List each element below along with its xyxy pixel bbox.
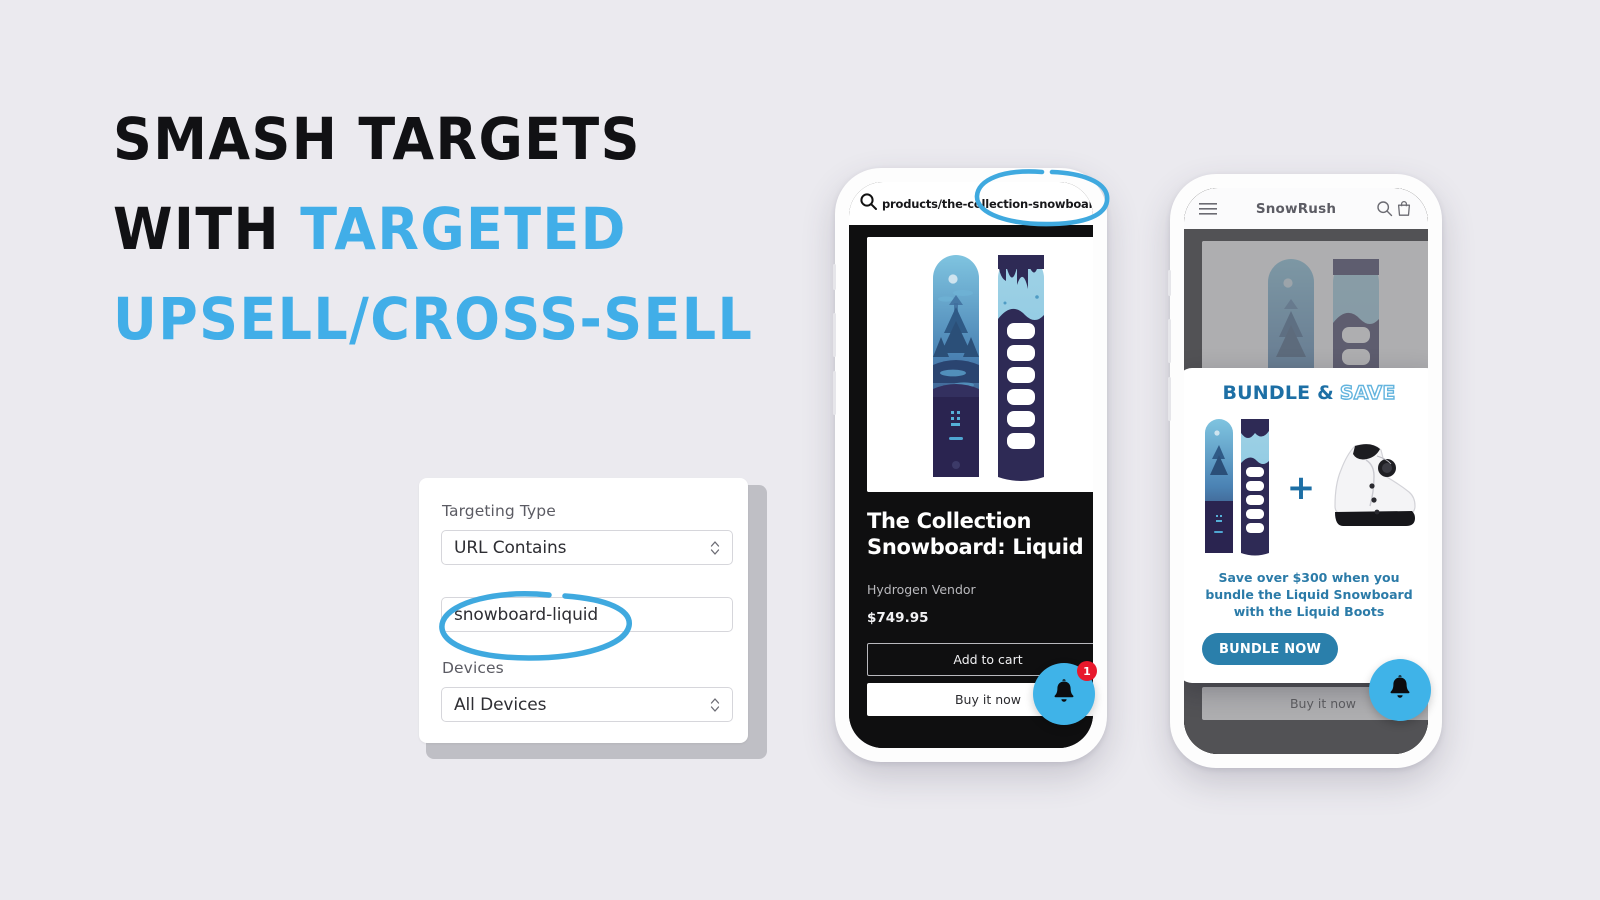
phone-side-button bbox=[1168, 319, 1171, 363]
bell-widget[interactable] bbox=[1369, 659, 1431, 721]
bundle-plus-symbol: + bbox=[1286, 468, 1316, 508]
search-icon[interactable] bbox=[1374, 200, 1394, 217]
bundle-boot-image bbox=[1325, 438, 1417, 539]
targeting-card-body: Targeting Type URL Contains snowboard-li… bbox=[419, 478, 748, 743]
targeting-type-label: Targeting Type bbox=[442, 502, 556, 520]
bundle-popup-title: BUNDLE & SAVE bbox=[1184, 381, 1428, 404]
bundle-popup-copy: Save over $300 when you bundle the Liqui… bbox=[1205, 570, 1413, 619]
phone-side-button bbox=[833, 313, 836, 357]
bundle-popup: BUNDLE & SAVE + Save over $300 when you … bbox=[1184, 368, 1428, 684]
page-headline: Smash Targets with Targeted Upsell/Cross… bbox=[113, 95, 754, 365]
phone-side-button bbox=[1168, 270, 1171, 296]
product-price: $749.95 bbox=[867, 610, 929, 626]
devices-value: All Devices bbox=[454, 694, 547, 715]
phone-side-button bbox=[833, 264, 836, 290]
headline-line-2-plain: with bbox=[113, 194, 301, 263]
bundle-snowboard-image bbox=[1201, 415, 1277, 562]
devices-select[interactable]: All Devices bbox=[441, 687, 733, 722]
store-name: SnowRush bbox=[1255, 200, 1337, 217]
store-header: SnowRush bbox=[1184, 188, 1428, 229]
product-vendor: Hydrogen Vendor bbox=[867, 582, 976, 597]
bell-widget-badge[interactable]: 1 bbox=[1033, 661, 1097, 725]
product-title: The Collection Snowboard: Liquid bbox=[867, 509, 1084, 559]
stepper-chevrons-icon bbox=[709, 538, 721, 558]
headline-line-2: with Targeted bbox=[113, 185, 727, 275]
bell-badge-count: 1 bbox=[1077, 661, 1097, 681]
targeting-type-select[interactable]: URL Contains bbox=[441, 530, 733, 565]
phone-side-button bbox=[833, 371, 836, 415]
bundle-title-solid: BUNDLE & bbox=[1222, 382, 1334, 404]
headline-line-1: Smash Targets bbox=[113, 105, 641, 173]
bell-icon bbox=[1049, 677, 1079, 712]
hamburger-menu-icon[interactable] bbox=[1198, 202, 1218, 216]
bundle-title-outlined: SAVE bbox=[1339, 381, 1396, 404]
url-text: products/the-collection-snowboard-liquid bbox=[882, 196, 1093, 211]
phone-side-button bbox=[1168, 377, 1171, 421]
targeting-type-value: URL Contains bbox=[454, 537, 567, 558]
browser-url-bar[interactable]: products/the-collection-snowboard-liquid bbox=[849, 182, 1093, 225]
devices-label: Devices bbox=[442, 659, 504, 677]
search-icon bbox=[859, 192, 878, 216]
targeting-card: Targeting Type URL Contains snowboard-li… bbox=[419, 478, 767, 759]
url-contains-input[interactable]: snowboard-liquid bbox=[441, 597, 733, 632]
bundle-products: + bbox=[1184, 414, 1428, 562]
shopping-bag-icon[interactable] bbox=[1394, 200, 1414, 217]
headline-line-2-accent: Targeted bbox=[300, 194, 627, 263]
product-image bbox=[867, 237, 1093, 492]
url-contains-value: snowboard-liquid bbox=[454, 604, 599, 625]
bundle-now-button[interactable]: BUNDLE NOW bbox=[1202, 633, 1339, 666]
headline-line-3: Upsell/Cross-Sell bbox=[113, 284, 754, 353]
stepper-chevrons-icon bbox=[709, 695, 721, 715]
bell-icon bbox=[1385, 673, 1415, 708]
